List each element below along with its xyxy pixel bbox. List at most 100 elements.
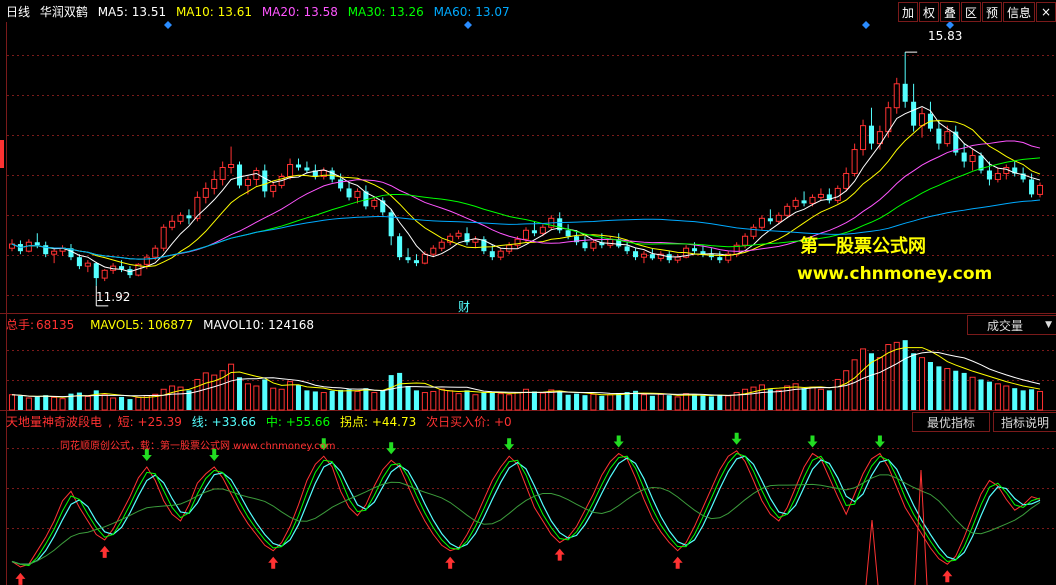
candle-body (717, 257, 723, 261)
volume-bar (1020, 390, 1026, 410)
toolbar-range-button[interactable]: 区 (961, 2, 981, 22)
period-label[interactable]: 日线 (6, 5, 30, 19)
candle-body (93, 263, 99, 279)
candle-body (565, 230, 571, 237)
candle-body (691, 248, 698, 252)
volume-bar (557, 390, 563, 410)
volume-bar (590, 393, 597, 411)
candle-body (397, 236, 403, 258)
turn-value: 拐点: +44.73 (340, 415, 417, 429)
total-volume-label: 总手: 68135 (6, 318, 75, 332)
candle-body (742, 235, 749, 246)
volume-bar (244, 383, 251, 411)
candle-body (455, 232, 462, 237)
sell-arrow-icon (386, 442, 397, 455)
volume-indicator-select[interactable]: 成交量 ▼ (967, 315, 1056, 335)
indicator-help-button[interactable]: 指标说明 (993, 412, 1056, 432)
candle-body (767, 218, 773, 222)
candle-body (1029, 179, 1035, 195)
candle-body (472, 238, 479, 243)
toolbar-weight-button[interactable]: 权 (919, 2, 939, 22)
volume-bar (169, 385, 176, 411)
candle-body (750, 226, 757, 237)
volume-bar (666, 395, 672, 410)
volume-bar (506, 394, 513, 411)
volume-bar (405, 386, 411, 410)
best-indicator-button[interactable]: 最优指标 (912, 412, 990, 432)
buy-arrow-icon (445, 556, 456, 569)
volume-bar (725, 395, 732, 411)
candle-body (194, 196, 201, 219)
volume-bar (287, 381, 294, 411)
candle-body (228, 164, 235, 168)
candle-body (522, 229, 530, 240)
signal-line (11, 455, 1041, 565)
volume-bar (1029, 389, 1035, 410)
stock-name: 华润双鹤 (39, 5, 88, 19)
volume-bar (438, 388, 445, 411)
candle-body (338, 179, 344, 189)
toolbar-overlay-button[interactable]: 叠 (940, 2, 960, 22)
volume-bar (84, 395, 91, 411)
low-price-label: 11.92 (96, 290, 131, 304)
toolbar-info-button[interactable]: 信息 (1003, 2, 1035, 22)
volume-bar (683, 393, 690, 411)
candle-body (371, 199, 378, 207)
candle-body (902, 83, 908, 102)
toolbar-forecast-button[interactable]: 预 (982, 2, 1002, 22)
volume-bar (194, 378, 201, 411)
close-icon[interactable]: × (1036, 2, 1056, 22)
volume-bar (843, 370, 850, 411)
candle-body (25, 241, 32, 252)
candle-body (270, 184, 277, 192)
finance-marker[interactable]: 财 (458, 298, 470, 315)
candle-body (497, 250, 504, 258)
volume-bar (700, 395, 706, 410)
candle-body (262, 170, 268, 192)
volume-bar (986, 381, 992, 410)
main-header: 日线 华润双鹤 MA5: 13.51 MA10: 13.61 MA20: 13.… (6, 3, 516, 21)
candle-body (160, 226, 167, 249)
volume-bar (34, 396, 40, 410)
buy-arrow-icon (672, 556, 683, 569)
event-diamond-icon (164, 21, 172, 29)
candle-body (911, 101, 917, 126)
volume-bar (792, 383, 799, 411)
ma5-value: MA5: 13.51 (97, 5, 167, 19)
candle-body (244, 178, 251, 186)
toolbar-add-button[interactable]: 加 (898, 2, 918, 22)
kline-chart[interactable] (0, 0, 1056, 585)
sell-arrow-icon (731, 432, 742, 445)
candle-body (388, 212, 394, 237)
candle-body (51, 250, 58, 255)
candle-body (236, 164, 243, 186)
candle-body (84, 262, 91, 267)
candle-body (640, 253, 647, 258)
ma30-value: MA30: 13.26 (347, 5, 424, 19)
candle-body (101, 269, 108, 279)
buy-arrow-icon (942, 570, 953, 583)
volume-bar (363, 388, 369, 410)
event-diamond-icon (862, 21, 870, 29)
volume-bar (421, 392, 428, 411)
sell-arrow-icon (613, 435, 624, 448)
volume-bar (911, 353, 917, 410)
volume-bar (59, 398, 66, 411)
indicator-name[interactable]: 天地量神奇波段电, (6, 415, 112, 429)
candle-body (860, 125, 867, 151)
buy-arrow-icon (554, 548, 565, 561)
indicator-header: 天地量神奇波段电, 短: +25.39 线: +33.66 中: +55.66 … (6, 413, 518, 431)
candle-body (354, 190, 361, 198)
candle-body (582, 242, 588, 249)
volume-bar (262, 379, 268, 410)
volume-bar (380, 390, 386, 410)
volume-bar (599, 395, 605, 410)
volume-bar (851, 359, 858, 411)
turn-spike (914, 469, 928, 585)
candle-body (34, 242, 40, 246)
event-diamond-icon (464, 21, 472, 29)
volume-bar (548, 389, 555, 411)
candle-body (792, 199, 799, 207)
candle-body (421, 253, 428, 264)
volume-bar (295, 384, 302, 410)
